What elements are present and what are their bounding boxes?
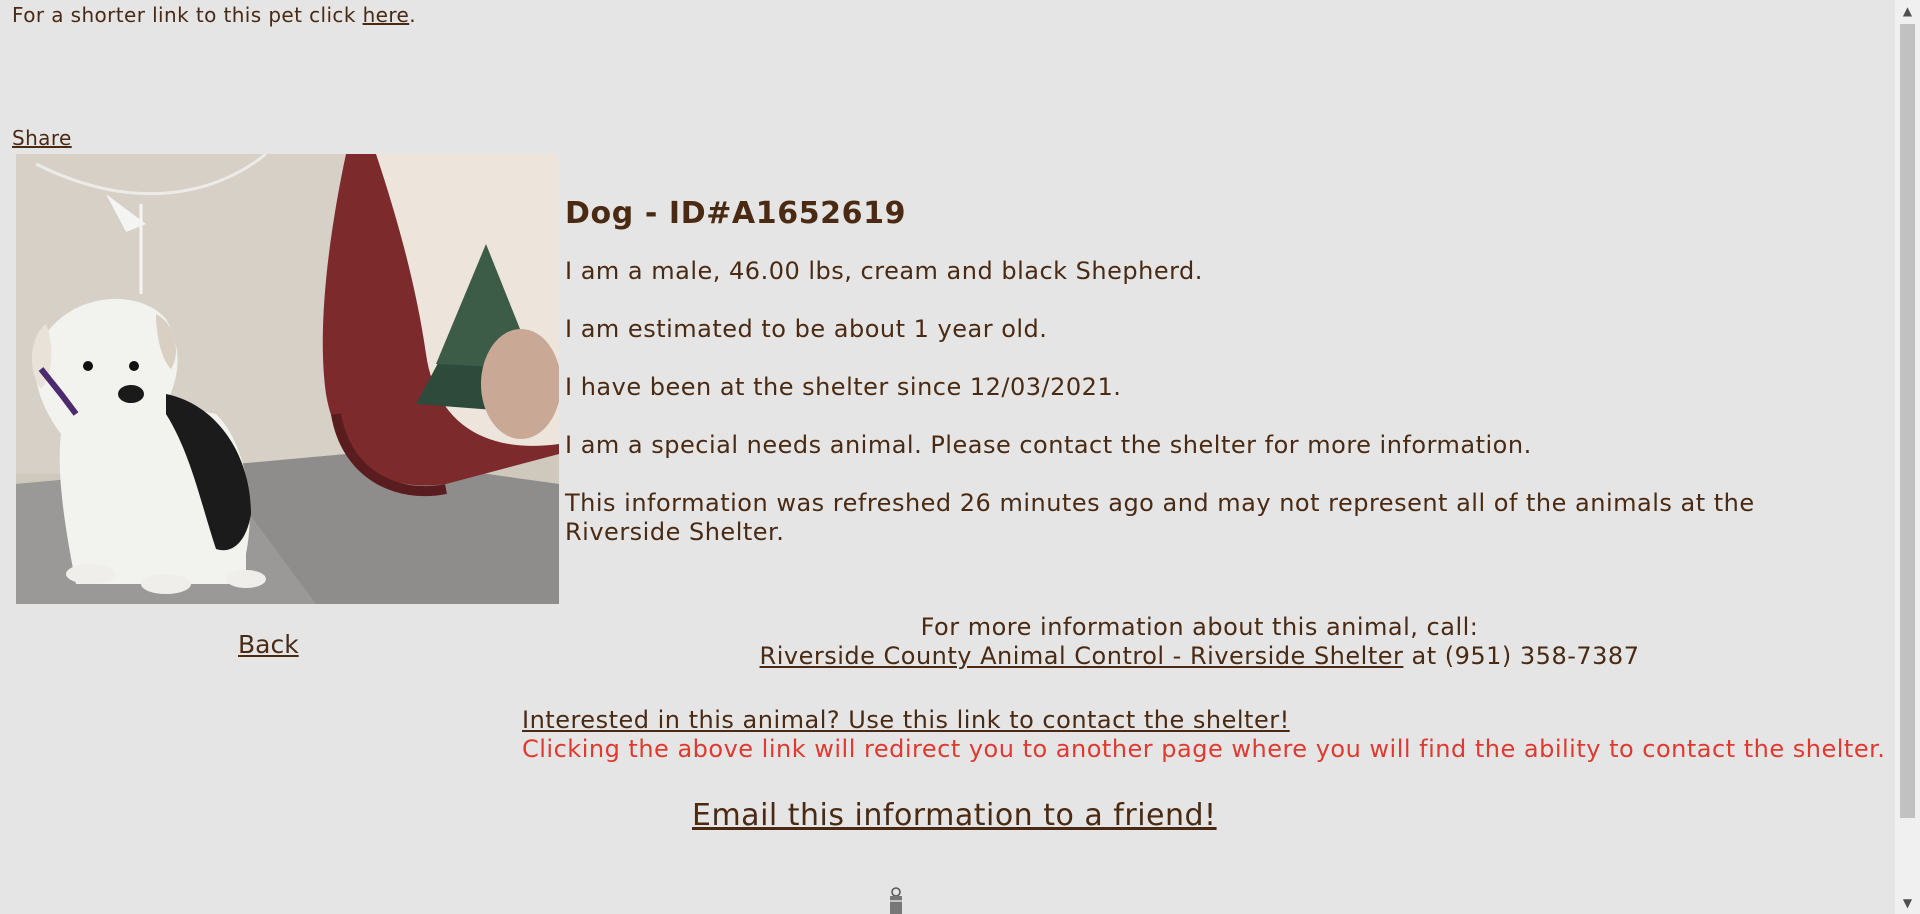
share-link[interactable]: Share — [12, 126, 72, 150]
shelter-link[interactable]: Riverside County Animal Control - Rivers… — [760, 642, 1404, 670]
animal-title: Dog - ID#A1652619 — [565, 196, 907, 231]
pet-photo — [16, 154, 559, 604]
chevron-down-icon[interactable]: ▼ — [1895, 892, 1920, 914]
call-intro: For more information about this animal, … — [920, 613, 1479, 641]
email-friend-link[interactable]: Email this information to a friend! — [692, 798, 1217, 833]
back-link[interactable]: Back — [238, 630, 299, 659]
shorter-link-line: For a shorter link to this pet click her… — [12, 3, 416, 27]
animal-age: I am estimated to be about 1 year old. — [565, 315, 1048, 343]
loading-icon — [886, 886, 906, 914]
contact-shelter-link[interactable]: Interested in this animal? Use this link… — [522, 706, 1290, 734]
vertical-scrollbar[interactable]: ▲ ▼ — [1895, 0, 1920, 914]
scrollbar-thumb[interactable] — [1900, 24, 1915, 818]
page: For a shorter link to this pet click her… — [0, 0, 1895, 914]
shorter-link-prefix: For a shorter link to this pet click — [12, 3, 363, 27]
shorter-link-here[interactable]: here — [363, 3, 410, 27]
chevron-up-icon[interactable]: ▲ — [1895, 0, 1920, 22]
refresh-note: This information was refreshed 26 minute… — [565, 489, 1755, 546]
animal-info: Dog - ID#A1652619 I am a male, 46.00 lbs… — [565, 196, 1855, 576]
call-info: For more information about this animal, … — [522, 613, 1877, 671]
call-line: Riverside County Animal Control - Rivers… — [522, 642, 1877, 671]
animal-shelter-since: I have been at the shelter since 12/03/2… — [565, 373, 1122, 401]
redirect-warning: Clicking the above link will redirect yo… — [522, 735, 1886, 763]
shorter-link-suffix: . — [409, 3, 416, 27]
animal-description: I am a male, 46.00 lbs, cream and black … — [565, 257, 1203, 285]
animal-special-needs: I am a special needs animal. Please cont… — [565, 431, 1532, 459]
shelter-phone: at (951) 358-7387 — [1403, 642, 1640, 670]
contact-section: Interested in this animal? Use this link… — [522, 706, 1885, 764]
